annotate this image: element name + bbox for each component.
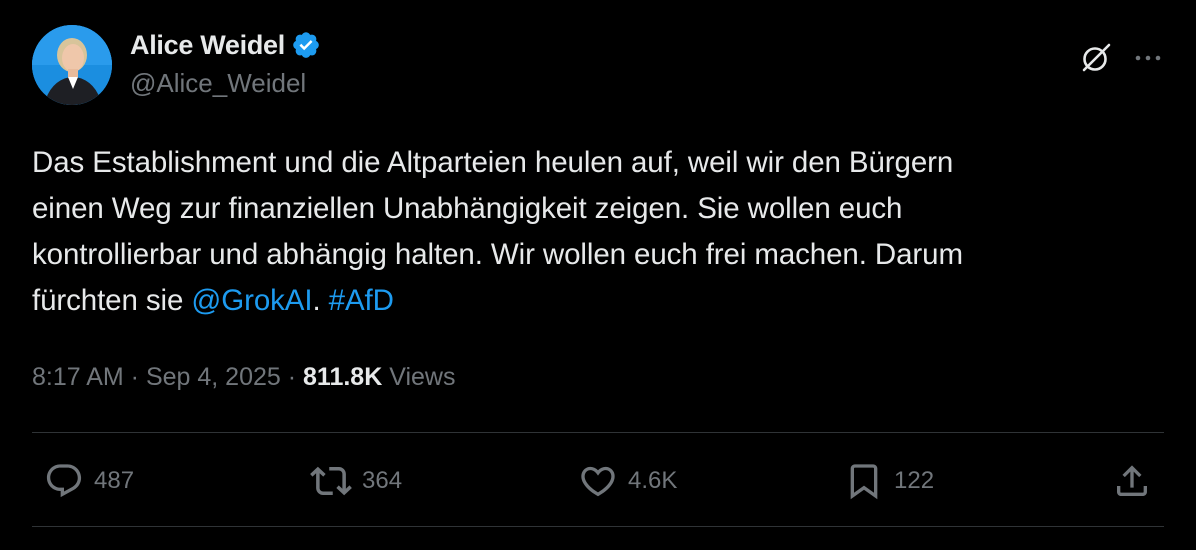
meta-dot: · bbox=[280, 363, 304, 391]
post-time[interactable]: 8:17 AM bbox=[32, 363, 124, 392]
text-separator: . bbox=[312, 284, 321, 317]
divider bbox=[32, 432, 1164, 433]
views-label[interactable]: Views bbox=[389, 363, 455, 392]
views-count[interactable]: 811.8K bbox=[303, 363, 382, 392]
share-icon bbox=[1117, 465, 1147, 496]
hashtag-link[interactable]: #AfD bbox=[329, 284, 394, 317]
avatar-image bbox=[32, 25, 112, 105]
tweet-top-actions bbox=[1078, 40, 1166, 76]
avatar[interactable] bbox=[32, 25, 112, 105]
mention-link[interactable]: @GrokAI bbox=[191, 284, 312, 317]
repost-count: 364 bbox=[362, 467, 403, 494]
tweet-card: Alice Weidel @Alice_Weidel Das Establish… bbox=[0, 0, 1196, 550]
author-display-name[interactable]: Alice Weidel bbox=[130, 30, 285, 61]
meta-dot: · bbox=[123, 363, 146, 391]
heart-icon bbox=[581, 466, 615, 497]
bookmark-icon bbox=[850, 464, 878, 500]
bookmark-count: 122 bbox=[894, 467, 935, 494]
action-bar: 487 364 4.6K 122 bbox=[0, 458, 1196, 504]
tweet-text-line: kontrollierbar und abhängig halten. Wir … bbox=[32, 238, 963, 271]
author-info: Alice Weidel @Alice_Weidel bbox=[130, 28, 321, 99]
author-handle[interactable]: @Alice_Weidel bbox=[130, 68, 321, 99]
author-name-row: Alice Weidel bbox=[130, 28, 321, 62]
divider bbox=[32, 526, 1164, 527]
more-options-icon[interactable] bbox=[1130, 40, 1166, 76]
like-count: 4.6K bbox=[628, 467, 678, 494]
tweet-text: Das Establishment und die Altparteien he… bbox=[32, 140, 1162, 324]
tweet-text-line: Das Establishment und die Altparteien he… bbox=[32, 146, 954, 179]
like-button[interactable]: 4.6K bbox=[578, 458, 677, 504]
grok-icon[interactable] bbox=[1078, 40, 1114, 76]
bookmark-button[interactable]: 122 bbox=[844, 458, 934, 504]
views-label bbox=[382, 363, 389, 392]
tweet-meta: 8:17 AM · Sep 4, 2025 · 811.8K Views bbox=[32, 363, 455, 392]
tweet-text-line: fürchten sie bbox=[32, 284, 192, 317]
tweet-text-line: einen Weg zur finanziellen Unabhängigkei… bbox=[32, 192, 903, 225]
reply-count: 487 bbox=[94, 467, 135, 494]
share-button[interactable] bbox=[1112, 458, 1152, 504]
repost-button[interactable]: 364 bbox=[310, 458, 402, 504]
verified-badge-icon[interactable] bbox=[291, 30, 321, 60]
post-date[interactable]: Sep 4, 2025 bbox=[146, 363, 281, 392]
reply-icon bbox=[46, 464, 82, 498]
repost-icon bbox=[310, 466, 352, 496]
reply-button[interactable]: 487 bbox=[44, 458, 134, 504]
